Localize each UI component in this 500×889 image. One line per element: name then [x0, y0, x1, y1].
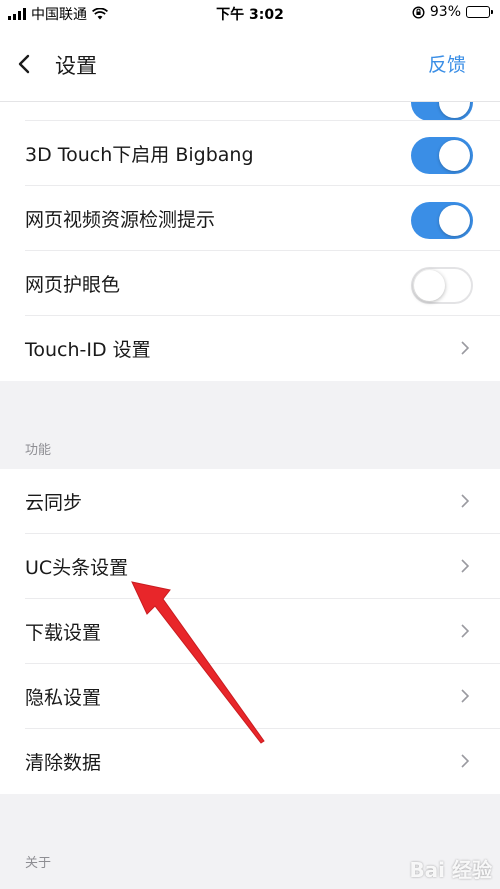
bigbang-toggle-switch[interactable] — [411, 137, 473, 174]
setting-row-cloud-sync[interactable]: 云同步 — [0, 469, 500, 534]
toggle-knob — [439, 102, 470, 118]
battery-percent: 93% — [429, 4, 461, 20]
toggle-knob — [439, 140, 470, 171]
setting-label: 网页视频资源检测提示 — [25, 209, 216, 231]
toggle-knob — [414, 270, 445, 301]
setting-label: 清除数据 — [25, 752, 102, 774]
status-bar: 中国联通 下午 3:02 93% — [0, 0, 500, 26]
setting-label: 3D Touch下启用 Bigbang — [25, 144, 254, 166]
section-header-function: 功能 — [25, 443, 52, 458]
setting-row-eye-protection[interactable]: 网页护眼色 — [0, 251, 500, 316]
baidu-watermark: Bai 经验 — [409, 858, 492, 882]
chevron-right-icon — [461, 341, 470, 355]
status-right: 93% — [412, 4, 493, 20]
settings-group-function: 云同步 UC头条设置 下载设置 隐私设置 清除数据 — [0, 469, 500, 794]
back-chevron-icon[interactable] — [14, 50, 36, 78]
setting-row-clear-data[interactable]: 清除数据 — [0, 729, 500, 794]
section-header-about: 关于 — [25, 856, 52, 871]
setting-row-3d-touch-bigbang[interactable]: 3D Touch下启用 Bigbang — [0, 121, 500, 186]
setting-label: UC头条设置 — [25, 557, 129, 579]
setting-row-privacy[interactable]: 隐私设置 — [0, 664, 500, 729]
setting-row-touch-id[interactable]: Touch-ID 设置 — [0, 316, 500, 381]
chevron-right-icon — [461, 559, 470, 573]
setting-label: Touch-ID 设置 — [25, 339, 151, 361]
setting-row-uc-headlines[interactable]: UC头条设置 — [0, 534, 500, 599]
toggle-knob — [439, 205, 470, 236]
setting-row-video-detection[interactable]: 网页视频资源检测提示 — [0, 186, 500, 251]
chevron-right-icon — [461, 494, 470, 508]
eye-protection-toggle-switch[interactable] — [411, 267, 473, 304]
page-title: 设置 — [55, 54, 97, 78]
battery-icon — [466, 6, 493, 18]
setting-label: 下载设置 — [25, 622, 102, 644]
chevron-right-icon — [461, 689, 470, 703]
video-detection-toggle-switch[interactable] — [411, 202, 473, 239]
chevron-right-icon — [461, 624, 470, 638]
partial-toggle-switch[interactable] — [411, 102, 473, 121]
setting-label: 云同步 — [25, 492, 83, 514]
feedback-button[interactable]: 反馈 — [428, 50, 466, 77]
setting-label: 网页护眼色 — [25, 274, 121, 296]
setting-row-download[interactable]: 下载设置 — [0, 599, 500, 664]
partial-setting-row[interactable] — [0, 102, 500, 121]
setting-label: 隐私设置 — [25, 687, 102, 709]
settings-group-general: 3D Touch下启用 Bigbang 网页视频资源检测提示 网页护眼色 Tou… — [0, 121, 500, 381]
navigation-bar: 设置 反馈 — [0, 26, 500, 102]
orientation-lock-icon — [412, 5, 425, 19]
chevron-right-icon — [461, 754, 470, 768]
